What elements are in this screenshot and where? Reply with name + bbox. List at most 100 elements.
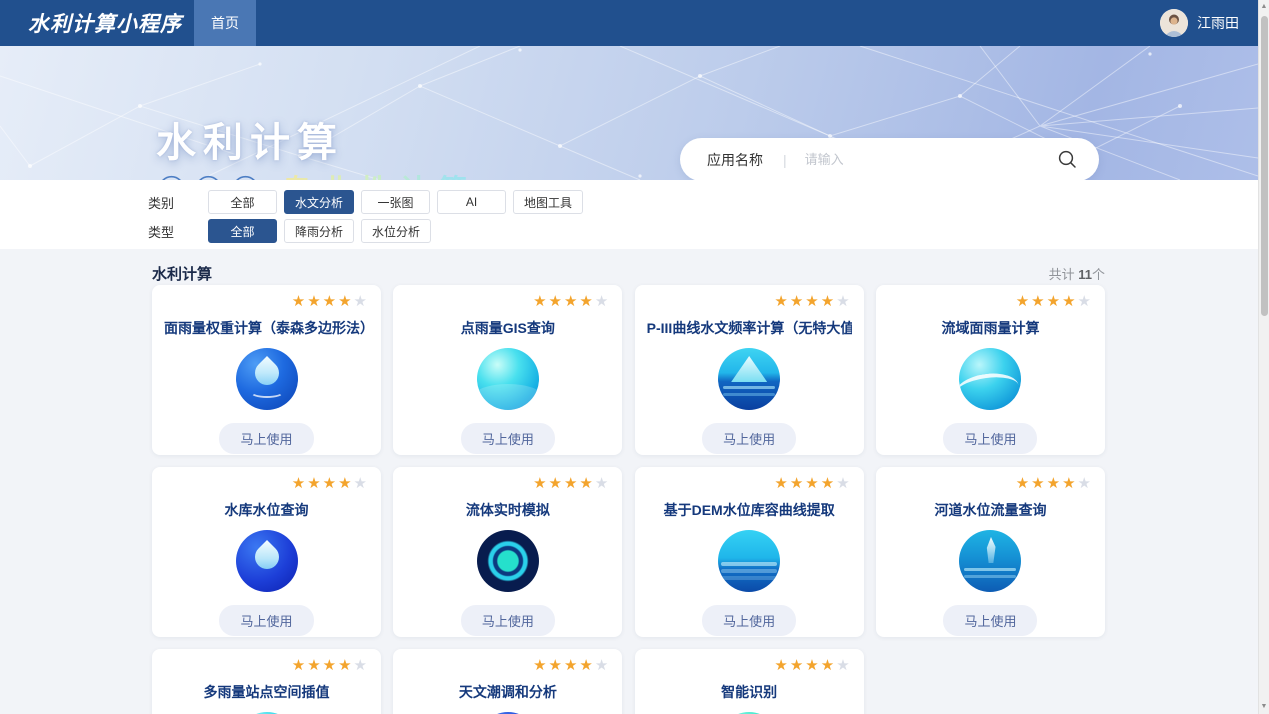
top-navbar: 水利计算小程序 首页 江雨田 (0, 0, 1269, 46)
app-card[interactable]: ★★★★★ 点雨量GIS查询 马上使用 (393, 285, 622, 455)
star-filled-icon: ★ (1047, 293, 1062, 310)
nav-tab-home[interactable]: 首页 (194, 0, 256, 46)
app-card-title: 智能识别 (647, 682, 852, 702)
rating-stars: ★★★★★ (164, 293, 369, 311)
app-root: 水利计算小程序 首页 江雨田 水利计算 (0, 0, 1269, 714)
app-card[interactable]: ★★★★★ 智能识别 马上使用 (635, 649, 864, 714)
filter-option-全部[interactable]: 全部 (208, 219, 277, 243)
app-card[interactable]: ★★★★★ 流体实时模拟 马上使用 (393, 467, 622, 637)
scrollbar[interactable]: ▲ ▼ (1258, 0, 1269, 714)
use-now-button[interactable]: 马上使用 (219, 605, 313, 636)
star-filled-icon: ★ (790, 475, 805, 492)
rating-stars: ★★★★★ (647, 293, 852, 311)
star-filled-icon: ★ (533, 475, 548, 492)
piii-iceberg-icon (718, 348, 780, 410)
user-avatar[interactable] (1160, 9, 1188, 37)
user-name: 江雨田 (1197, 13, 1239, 33)
use-now-button[interactable]: 马上使用 (702, 605, 796, 636)
use-now-button[interactable]: 马上使用 (943, 605, 1037, 636)
filter-option-一张图[interactable]: 一张图 (361, 190, 430, 214)
app-card[interactable]: ★★★★★ 天文潮调和分析 马上使用 (393, 649, 622, 714)
section-header: 水利计算 共计 11个 (152, 249, 1105, 285)
app-card[interactable]: ★★★★★ 面雨量权重计算（泰森多边形法） 马上使用 (152, 285, 381, 455)
filter-option-AI[interactable]: AI (437, 190, 506, 214)
app-card[interactable]: ★★★★★ 基于DEM水位库容曲线提取 马上使用 (635, 467, 864, 637)
app-card-title: 基于DEM水位库容曲线提取 (647, 500, 852, 520)
star-filled-icon: ★ (307, 475, 322, 492)
app-card-title: 河道水位流量查询 (888, 500, 1093, 520)
star-filled-icon: ★ (292, 657, 307, 674)
app-card[interactable]: ★★★★★ 流域面雨量计算 马上使用 (876, 285, 1105, 455)
hero-title: 水利计算 (156, 110, 344, 168)
filter-option-水位分析[interactable]: 水位分析 (361, 219, 431, 243)
filter-option-降雨分析[interactable]: 降雨分析 (284, 219, 354, 243)
star-empty-icon: ★ (354, 475, 369, 492)
star-filled-icon: ★ (1031, 475, 1046, 492)
filter-row: 类别 全部 水文分析 一张图 AI 地图工具 (148, 190, 1269, 214)
star-filled-icon: ★ (1062, 293, 1077, 310)
rating-stars: ★★★★★ (888, 293, 1093, 311)
scrollbar-down-arrow[interactable]: ▼ (1259, 700, 1269, 714)
search-input[interactable] (805, 152, 1058, 167)
star-filled-icon: ★ (821, 657, 836, 674)
star-filled-icon: ★ (821, 475, 836, 492)
app-card[interactable]: ★★★★★ 水库水位查询 马上使用 (152, 467, 381, 637)
filter-panel: 类别 全部 水文分析 一张图 AI 地图工具 类型 全部 降雨分析 水位分析 (0, 180, 1269, 249)
main-content: 水利计算 共计 11个 ★★★★★ 面雨量权重计算（泰森多边形法） 马上使用 ★… (0, 249, 1258, 714)
filter-row: 类型 全部 降雨分析 水位分析 (148, 219, 1269, 243)
star-filled-icon: ★ (323, 293, 338, 310)
app-card-title: 水库水位查询 (164, 500, 369, 520)
star-filled-icon: ★ (292, 293, 307, 310)
star-filled-icon: ★ (1016, 475, 1031, 492)
star-filled-icon: ★ (774, 293, 789, 310)
star-empty-icon: ★ (595, 475, 610, 492)
star-filled-icon: ★ (323, 475, 338, 492)
app-card[interactable]: ★★★★★ P-III曲线水文频率计算（无特大值） 马上使用 (635, 285, 864, 455)
use-now-button[interactable]: 马上使用 (461, 423, 555, 454)
star-filled-icon: ★ (1062, 475, 1077, 492)
river-splash-icon (959, 530, 1021, 592)
use-now-button[interactable]: 马上使用 (943, 423, 1037, 454)
search-category-label[interactable]: 应用名称 (707, 150, 763, 170)
app-card[interactable]: ★★★★★ 河道水位流量查询 马上使用 (876, 467, 1105, 637)
use-now-button[interactable]: 马上使用 (702, 423, 796, 454)
filter-option-地图工具[interactable]: 地图工具 (513, 190, 583, 214)
app-card-title: 天文潮调和分析 (405, 682, 610, 702)
rating-stars: ★★★★★ (164, 475, 369, 493)
basin-wave-icon (959, 348, 1021, 410)
star-empty-icon: ★ (1078, 293, 1093, 310)
hero-banner: 水利计算 专业性计算 应用名称 | (0, 46, 1269, 180)
app-card[interactable]: ★★★★★ 多雨量站点空间插值 马上使用 (152, 649, 381, 714)
section-count: 共计 11个 (1049, 264, 1105, 283)
star-filled-icon: ★ (564, 657, 579, 674)
scrollbar-thumb[interactable] (1261, 16, 1268, 316)
app-card-title: P-III曲线水文频率计算（无特大值） (647, 318, 852, 338)
search-icon[interactable] (1058, 150, 1077, 169)
star-filled-icon: ★ (564, 293, 579, 310)
use-now-button[interactable]: 马上使用 (219, 423, 313, 454)
rating-stars: ★★★★★ (164, 657, 369, 675)
star-empty-icon: ★ (595, 293, 610, 310)
scrollbar-up-arrow[interactable]: ▲ (1259, 0, 1269, 14)
star-filled-icon: ★ (307, 657, 322, 674)
app-card-title: 流体实时模拟 (405, 500, 610, 520)
filter-option-全部[interactable]: 全部 (208, 190, 277, 214)
star-empty-icon: ★ (836, 657, 851, 674)
rating-stars: ★★★★★ (888, 475, 1093, 493)
star-empty-icon: ★ (354, 657, 369, 674)
star-filled-icon: ★ (533, 293, 548, 310)
star-filled-icon: ★ (774, 657, 789, 674)
star-filled-icon: ★ (774, 475, 789, 492)
user-area[interactable]: 江雨田 (1160, 0, 1239, 46)
section-title: 水利计算 (152, 263, 212, 284)
star-empty-icon: ★ (836, 293, 851, 310)
hero-subtitle-row: 专业性计算 (158, 168, 478, 180)
star-filled-icon: ★ (549, 657, 564, 674)
use-now-button[interactable]: 马上使用 (461, 605, 555, 636)
filter-option-水文分析[interactable]: 水文分析 (284, 190, 354, 214)
hero-subtitle: 专业性计算 (283, 168, 478, 180)
star-filled-icon: ★ (579, 475, 594, 492)
star-filled-icon: ★ (549, 475, 564, 492)
dem-wave-icon (718, 530, 780, 592)
search-bar: 应用名称 | (680, 138, 1099, 180)
